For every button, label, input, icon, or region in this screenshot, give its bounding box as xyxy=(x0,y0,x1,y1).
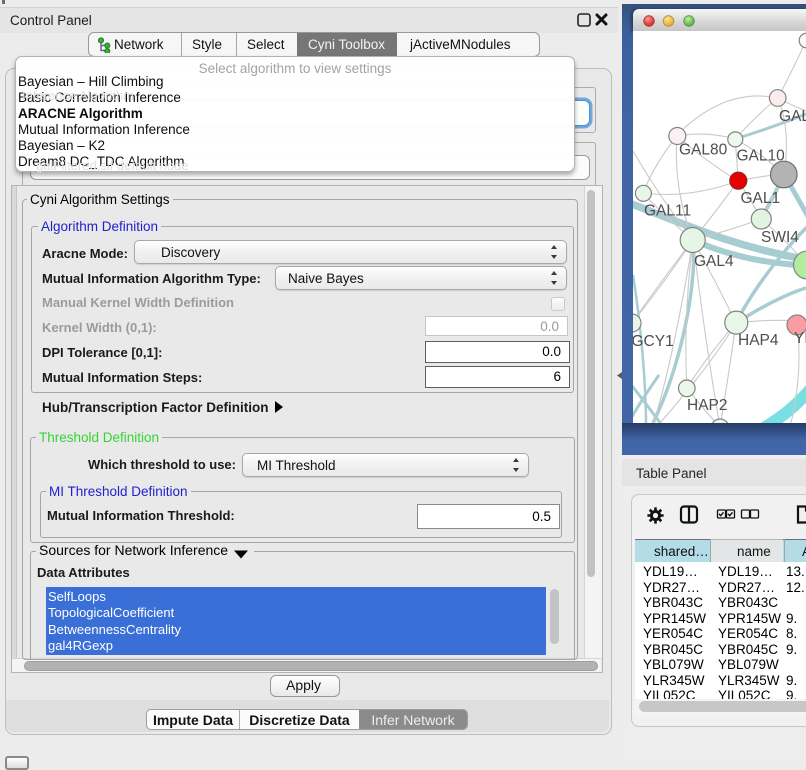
svg-text:GAL4: GAL4 xyxy=(694,253,734,270)
svg-text:YM: YM xyxy=(794,330,806,347)
svg-text:HAP2: HAP2 xyxy=(687,397,728,414)
svg-text:GAL80: GAL80 xyxy=(679,142,728,159)
svg-text:GAL11: GAL11 xyxy=(644,203,691,220)
svg-text:GAL10: GAL10 xyxy=(737,148,786,165)
svg-text:SWI4: SWI4 xyxy=(761,229,799,246)
svg-text:GAL1: GAL1 xyxy=(741,190,781,207)
svg-text:HAP4: HAP4 xyxy=(738,332,779,349)
svg-text:GCY1: GCY1 xyxy=(633,333,674,350)
svg-text:GAL7: GAL7 xyxy=(779,108,806,125)
